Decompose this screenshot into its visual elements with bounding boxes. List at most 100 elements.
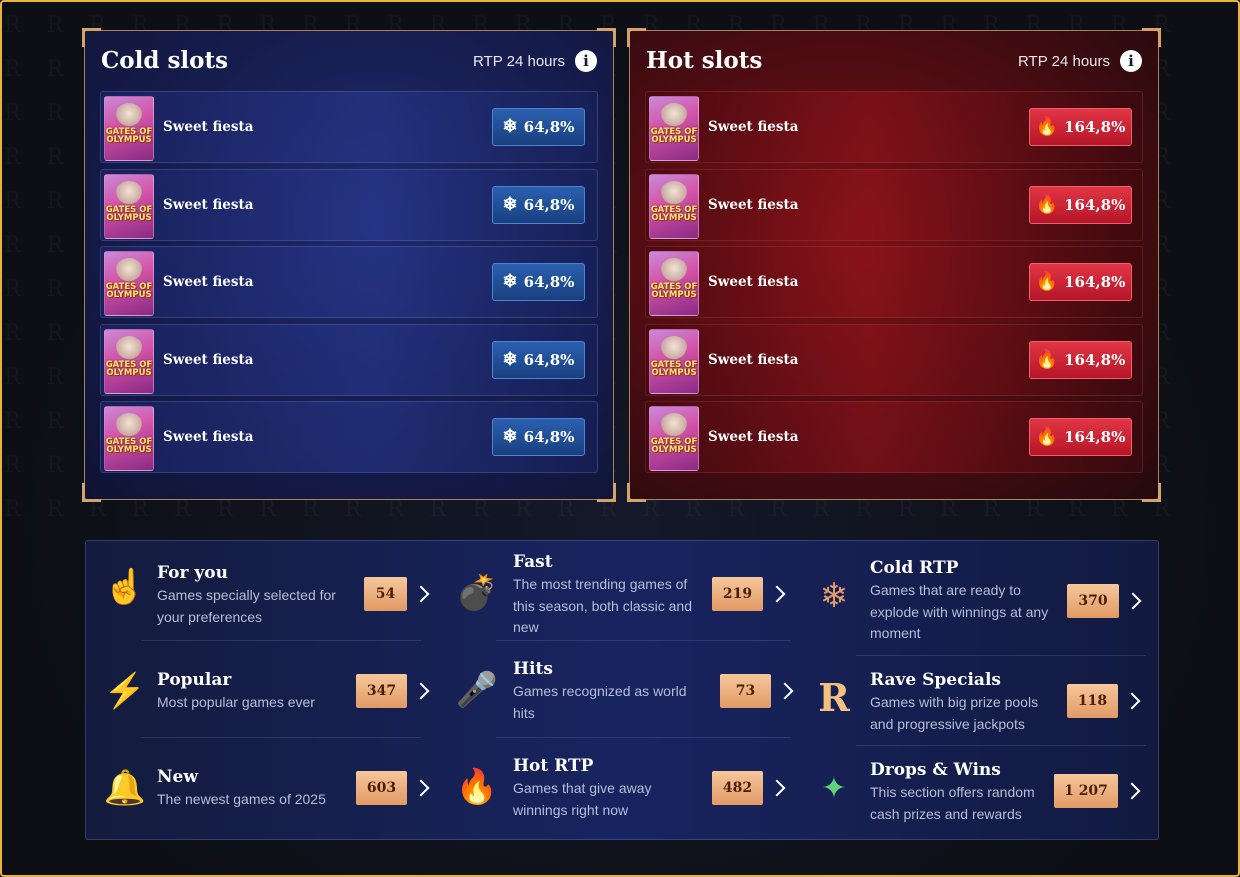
fire-icon: 🔥: [1035, 271, 1059, 292]
rtp-value: 64,8%: [523, 273, 575, 291]
slot-row[interactable]: GATES OF OLYMPUS Sweet fiesta ❄ 64,8%: [100, 246, 598, 318]
snowflake-icon: ❄: [502, 426, 518, 447]
game-name[interactable]: Sweet fiesta: [708, 429, 798, 445]
zeus-figure: [660, 413, 688, 439]
game-thumbnail[interactable]: GATES OF OLYMPUS: [104, 173, 154, 239]
ornament-corner: [82, 483, 101, 502]
game-count-badge: 482: [712, 771, 763, 805]
game-name[interactable]: Sweet fiesta: [708, 119, 798, 135]
game-thumbnail[interactable]: GATES OF OLYMPUS: [104, 406, 154, 471]
game-name[interactable]: Sweet fiesta: [163, 429, 253, 445]
game-count-badge: 603: [356, 771, 407, 805]
category-title[interactable]: Fast: [513, 552, 553, 572]
slot-row[interactable]: GATES OF OLYMPUS Sweet fiesta 🔥 164,8%: [645, 246, 1143, 318]
game-thumbnail[interactable]: GATES OF OLYMPUS: [649, 96, 699, 161]
zeus-figure: [115, 180, 143, 207]
slot-row[interactable]: GATES OF OLYMPUS Sweet fiesta 🔥 164,8%: [645, 91, 1143, 163]
slot-row[interactable]: GATES OF OLYMPUS Sweet fiesta 🔥 164,8%: [645, 401, 1143, 473]
ornament-corner: [627, 483, 646, 502]
game-name[interactable]: Sweet fiesta: [708, 274, 798, 290]
game-name[interactable]: Sweet fiesta: [163, 119, 253, 135]
game-name[interactable]: Sweet fiesta: [163, 274, 253, 290]
category-title[interactable]: Hits: [513, 659, 553, 679]
category-title[interactable]: Drops & Wins: [870, 760, 1001, 780]
slot-row[interactable]: GATES OF OLYMPUS Sweet fiesta ❄ 64,8%: [100, 91, 598, 163]
game-count-badge: 219: [712, 577, 763, 611]
info-icon[interactable]: i: [575, 50, 597, 72]
panel-title: Cold slots: [101, 47, 229, 74]
game-thumbnail[interactable]: GATES OF OLYMPUS: [649, 328, 699, 394]
game-logo: GATES OF OLYMPUS: [650, 437, 698, 455]
rtp-period-label: RTP 24 hours: [1018, 53, 1110, 70]
slot-row[interactable]: GATES OF OLYMPUS Sweet fiesta 🔥 164,8%: [645, 323, 1143, 396]
rtp-value: 164,8%: [1064, 428, 1126, 446]
chevron-right-icon[interactable]: [768, 585, 786, 603]
slot-row[interactable]: GATES OF OLYMPUS Sweet fiesta ❄ 64,8%: [100, 401, 598, 473]
rtp-badge: 🔥 164,8%: [1029, 418, 1132, 456]
category-title[interactable]: Rave Specials: [870, 670, 1001, 690]
chevron-right-icon[interactable]: [1123, 782, 1141, 800]
game-logo: GATES OF OLYMPUS: [105, 127, 153, 145]
fire-icon: 🔥: [1035, 193, 1059, 215]
slot-row[interactable]: GATES OF OLYMPUS Sweet fiesta ❄ 64,8%: [100, 323, 598, 396]
slot-row[interactable]: GATES OF OLYMPUS Sweet fiesta ❄ 64,8%: [100, 168, 598, 241]
lightning-icon: ⚡: [103, 672, 147, 710]
game-thumbnail[interactable]: GATES OF OLYMPUS: [104, 96, 154, 161]
divider: [496, 640, 791, 641]
cold-slots-panel: Cold slots RTP 24 hours i GATES OF OLYMPU…: [82, 28, 616, 502]
ornament-corner: [1142, 28, 1161, 47]
game-name[interactable]: Sweet fiesta: [163, 352, 253, 368]
chevron-right-icon[interactable]: [412, 682, 430, 700]
crown-r-icon: R: [818, 675, 850, 720]
ornament-corner: [597, 483, 616, 502]
zeus-figure: [115, 258, 143, 284]
rtp-badge: ❄ 64,8%: [492, 418, 585, 456]
game-thumbnail[interactable]: GATES OF OLYMPUS: [649, 406, 699, 471]
microphone-icon: 🎤: [455, 671, 499, 709]
divider: [856, 655, 1146, 656]
chevron-right-icon[interactable]: [412, 779, 430, 797]
rtp-period-label: RTP 24 hours: [473, 53, 565, 70]
info-icon[interactable]: i: [1120, 50, 1142, 72]
ornament-corner: [1142, 483, 1161, 502]
game-count-badge: 1 207: [1054, 774, 1118, 808]
game-logo: GATES OF OLYMPUS: [105, 282, 153, 300]
game-thumbnail[interactable]: GATES OF OLYMPUS: [649, 173, 699, 239]
rtp-badge: ❄ 64,8%: [492, 185, 585, 224]
rtp-badge: ❄ 64,8%: [492, 108, 585, 146]
chevron-right-icon[interactable]: [768, 779, 786, 797]
snowflake-icon: ❄: [502, 348, 518, 370]
ornament-corner: [82, 28, 101, 47]
rtp-value: 164,8%: [1064, 118, 1126, 136]
category-description: This section offers random cash prizes a…: [870, 784, 1035, 822]
rtp-badge: 🔥 164,8%: [1029, 263, 1132, 301]
chevron-right-icon[interactable]: [1124, 592, 1142, 610]
category-title[interactable]: Hot RTP: [513, 756, 593, 776]
category-description: Games that are ready to explode with win…: [870, 582, 1049, 641]
game-thumbnail[interactable]: GATES OF OLYMPUS: [104, 328, 154, 394]
pointing-finger-icon: ☝: [103, 568, 147, 606]
flame-icon: 🔥: [455, 768, 499, 806]
game-name[interactable]: Sweet fiesta: [163, 197, 253, 213]
rtp-badge: 🔥 164,8%: [1029, 185, 1132, 224]
fire-icon: 🔥: [1035, 116, 1059, 137]
game-name[interactable]: Sweet fiesta: [708, 352, 798, 368]
snowflake-icon: ❄: [502, 271, 518, 292]
chevron-right-icon[interactable]: [412, 585, 430, 603]
bomb-icon: 💣: [455, 574, 499, 612]
zeus-figure: [115, 335, 143, 362]
category-title[interactable]: Cold RTP: [870, 558, 958, 578]
zeus-figure: [660, 335, 688, 362]
chevron-right-icon[interactable]: [776, 682, 794, 700]
category-description: The most trending games of this season, …: [513, 576, 692, 635]
category-title[interactable]: For you: [157, 563, 228, 583]
rtp-value: 164,8%: [1064, 195, 1126, 214]
game-thumbnail[interactable]: GATES OF OLYMPUS: [104, 251, 154, 316]
game-name[interactable]: Sweet fiesta: [708, 197, 798, 213]
rtp-value: 64,8%: [523, 428, 575, 446]
chevron-right-icon[interactable]: [1123, 692, 1141, 710]
game-thumbnail[interactable]: GATES OF OLYMPUS: [649, 251, 699, 316]
category-title[interactable]: New: [157, 767, 198, 787]
slot-row[interactable]: GATES OF OLYMPUS Sweet fiesta 🔥 164,8%: [645, 168, 1143, 241]
category-title[interactable]: Popular: [157, 670, 231, 690]
